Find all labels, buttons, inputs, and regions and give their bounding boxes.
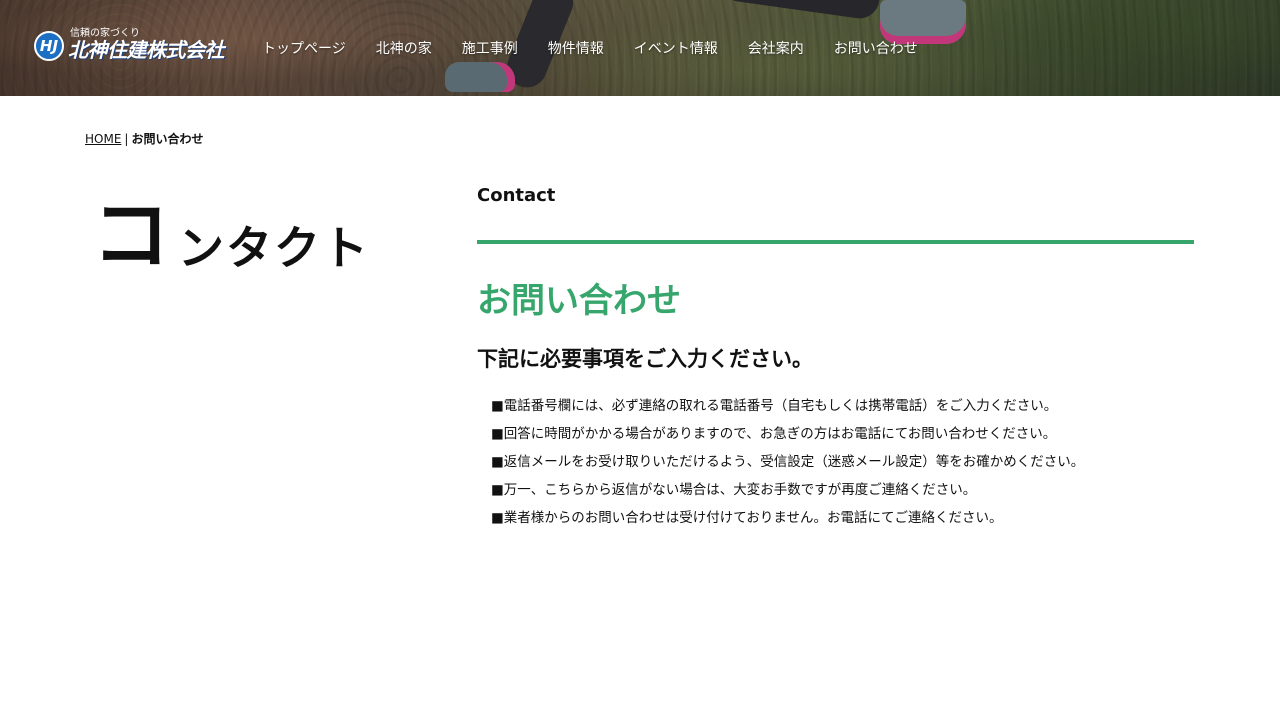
form-instructions-heading: 下記に必要事項をご入力ください。	[477, 347, 813, 371]
notice-item: ■返信メールをお受け取りいただけるよう、受信設定（迷惑メール設定）等をお確かめく…	[491, 454, 1085, 470]
logo-company-name: 北神住建株式会社	[68, 38, 225, 62]
nav-item-top[interactable]: トップページ	[262, 38, 346, 60]
nav-item-works[interactable]: 施工事例	[462, 38, 518, 60]
notice-item: ■電話番号欄には、必ず連絡の取れる電話番号（自宅もしくは携帯電話）をご入力くださ…	[491, 398, 1058, 414]
breadcrumb-home-link[interactable]: HOME	[85, 132, 121, 146]
nav-item-events[interactable]: イベント情報	[634, 38, 718, 60]
page-title: コ ンタクト	[92, 196, 370, 276]
main-content: Contact お問い合わせ 下記に必要事項をご入力ください。 ■電話番号欄には…	[477, 184, 1194, 532]
breadcrumb-separator: |	[124, 132, 129, 146]
site-logo[interactable]: HJ 信頼の家づくり 北神住建株式会社	[34, 28, 225, 62]
breadcrumb: HOME | お問い合わせ	[85, 130, 203, 147]
main-nav: トップページ 北神の家 施工事例 物件情報 イベント情報 会社案内 お問い合わせ	[262, 38, 948, 60]
notice-item: ■回答に時間がかかる場合がありますので、お急ぎの方はお電話にてお問い合わせくださ…	[491, 426, 1057, 442]
section-divider	[477, 240, 1194, 244]
section-title: お問い合わせ	[477, 281, 681, 321]
nav-item-contact[interactable]: お問い合わせ	[834, 38, 918, 60]
hero-image-shoe	[445, 62, 515, 92]
notice-item: ■万一、こちらから返信がない場合は、大変お手数ですが再度ご連絡ください。	[491, 482, 977, 498]
page-title-rest: ンタクト	[178, 221, 371, 275]
nav-item-properties[interactable]: 物件情報	[548, 38, 604, 60]
nav-item-company[interactable]: 会社案内	[748, 38, 804, 60]
page-title-first-char: コ	[92, 191, 171, 281]
site-header: HJ 信頼の家づくり 北神住建株式会社 トップページ 北神の家 施工事例 物件情…	[0, 0, 1280, 96]
section-eyebrow: Contact	[477, 185, 556, 206]
notice-list: ■電話番号欄には、必ず連絡の取れる電話番号（自宅もしくは携帯電話）をご入力くださ…	[477, 392, 1194, 532]
nav-item-hokushin-house[interactable]: 北神の家	[376, 38, 432, 60]
logo-mark-icon: HJ	[34, 31, 64, 61]
hero-image-runner-leg	[717, 0, 883, 21]
notice-item: ■業者様からのお問い合わせは受け付けておりません。お電話にてご連絡ください。	[491, 510, 1003, 526]
logo-text: 信頼の家づくり 北神住建株式会社	[68, 28, 225, 62]
breadcrumb-current: お問い合わせ	[131, 132, 204, 146]
